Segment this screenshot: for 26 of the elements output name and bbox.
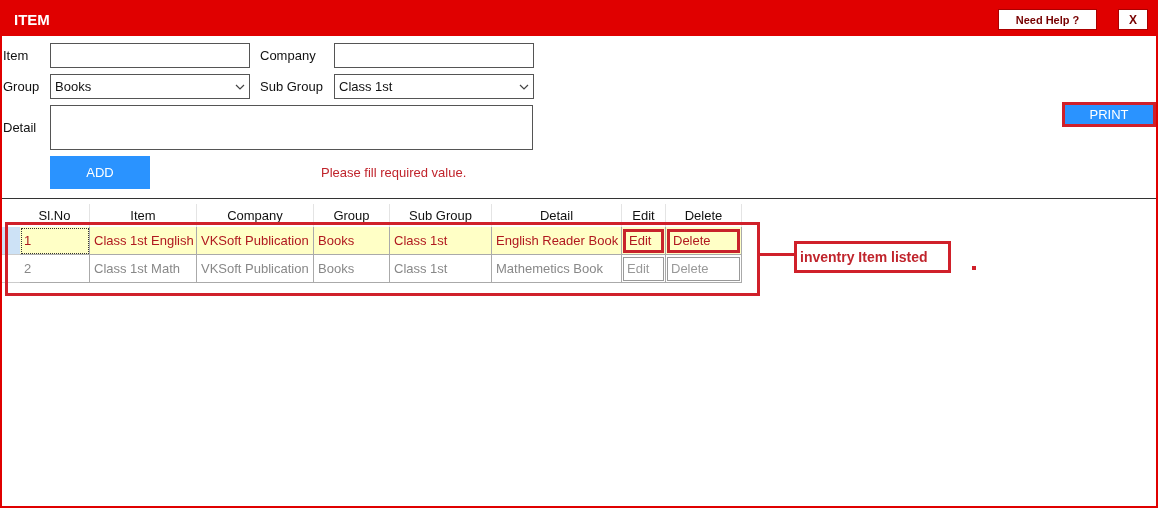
table-cell: 1 — [20, 227, 90, 255]
field-label: Company — [259, 48, 317, 63]
table-cell: Class 1st — [390, 255, 492, 283]
callout-label: inventry Item listed — [794, 241, 951, 273]
close-button[interactable]: X — [1118, 9, 1148, 30]
table-cell: English Reader Book — [492, 227, 622, 255]
table-cell: 2 — [20, 255, 90, 283]
field-label: Sub Group — [259, 79, 324, 94]
help-button[interactable]: Need Help ? — [998, 9, 1097, 30]
table-cell: VKSoft Publication — [197, 255, 314, 283]
window-title: ITEM — [14, 11, 51, 28]
table-cell: Class 1st — [390, 227, 492, 255]
table-cell: Class 1st Math — [90, 255, 197, 283]
table-cell: Mathemetics Book — [492, 255, 622, 283]
delete-button[interactable]: Delete — [667, 228, 740, 253]
dropdown[interactable]: Books — [50, 74, 250, 99]
field-label: Group — [3, 79, 41, 94]
table-cell: Books — [314, 255, 390, 283]
table-cell: Books — [314, 227, 390, 255]
validation-message: Please fill required value. — [321, 165, 467, 180]
dropdown[interactable]: Class 1st — [334, 74, 534, 99]
table-cell: VKSoft Publication — [197, 227, 314, 255]
field-label: Item — [3, 48, 30, 63]
field-label: Detail — [3, 120, 38, 135]
edit-button[interactable]: Edit — [623, 228, 664, 253]
table-cell: Class 1st English — [90, 227, 197, 255]
